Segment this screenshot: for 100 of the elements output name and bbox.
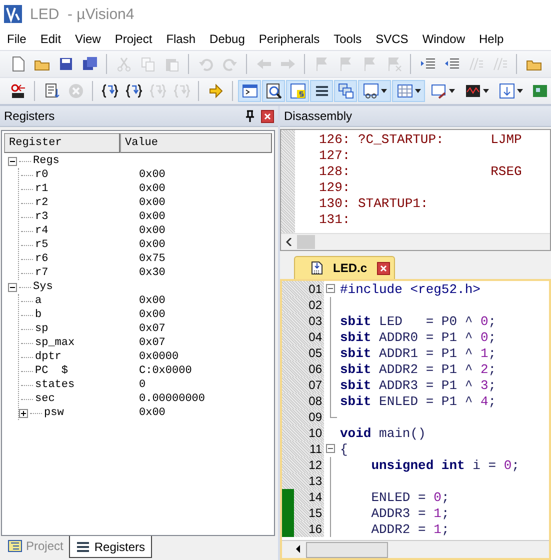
- menu-item[interactable]: Tools: [326, 32, 369, 46]
- close-tab-button[interactable]: [377, 262, 390, 274]
- panel-tab[interactable]: Registers: [69, 536, 152, 558]
- line-number: 14: [308, 490, 323, 504]
- new-file-icon: [10, 56, 26, 72]
- register-name: r1: [35, 183, 48, 195]
- memory-window-icon: [396, 83, 412, 99]
- fold-toggle-icon[interactable]: [326, 284, 335, 293]
- register-value: 0x00: [139, 239, 166, 251]
- fold-toggle-icon[interactable]: [326, 444, 335, 453]
- close-icon: [264, 112, 271, 120]
- menu-item[interactable]: Edit: [33, 32, 68, 46]
- disassembly-window-button[interactable]: [262, 80, 285, 102]
- menu-item[interactable]: Help: [472, 32, 511, 46]
- register-name: Sys: [33, 281, 53, 293]
- menu-item[interactable]: Debug: [202, 32, 252, 46]
- line-number: 09: [308, 410, 323, 424]
- run-icon: [44, 83, 60, 99]
- app-logo-icon: [4, 5, 22, 23]
- code-line: unsigned int i = 0;: [370, 458, 520, 472]
- file-icon: [311, 261, 323, 275]
- register-name: sp_max: [35, 337, 75, 349]
- collapse-toggle-icon[interactable]: [8, 156, 17, 166]
- register-name: states: [35, 379, 75, 391]
- save-icon: [58, 56, 74, 72]
- menu-item[interactable]: View: [68, 32, 108, 46]
- run-to-cursor-icon: [174, 83, 190, 99]
- menu-item[interactable]: File: [0, 32, 34, 46]
- menu-item[interactable]: Window: [415, 32, 472, 46]
- disassembly-line: 128: RSEG: [319, 164, 522, 180]
- code-line: ADDR2 = 1;: [370, 522, 450, 536]
- menu-item[interactable]: Peripherals: [252, 32, 327, 46]
- register-name: r6: [35, 253, 48, 265]
- register-value: 0x00: [139, 309, 166, 321]
- memory-window-button[interactable]: [392, 80, 425, 102]
- window-title: LED - µVision4: [30, 6, 134, 22]
- register-value: 0x00: [139, 211, 166, 223]
- call-stack-window-icon: [338, 83, 354, 99]
- menu-item[interactable]: Flash: [159, 32, 203, 46]
- expand-toggle-icon[interactable]: [19, 408, 28, 418]
- register-name: r4: [35, 225, 48, 237]
- close-button[interactable]: [261, 110, 274, 122]
- command-window-button[interactable]: [238, 80, 261, 102]
- code-line: {: [339, 442, 348, 456]
- next-bookmark-icon: [362, 56, 378, 72]
- collapse-toggle-icon[interactable]: [8, 282, 17, 292]
- file-tab[interactable]: LED.c: [294, 256, 396, 279]
- code-line: sbit ADDR3 = P1 ^ 3;: [339, 378, 496, 392]
- disassembly-window-icon: [266, 83, 282, 99]
- call-stack-window-button[interactable]: [334, 80, 357, 102]
- code-line: ADDR3 = 1;: [370, 506, 450, 520]
- panel-title: Disassembly: [284, 109, 354, 123]
- code-line: sbit LED = P0 ^ 0;: [339, 314, 496, 328]
- scissors-icon: [116, 56, 132, 72]
- register-name: b: [35, 309, 42, 321]
- code-line: ENLED = 0;: [370, 490, 450, 504]
- register-name: psw: [44, 407, 64, 419]
- register-name: a: [35, 295, 42, 307]
- watch-window-button[interactable]: [358, 80, 391, 102]
- register-value: 0x00: [139, 197, 166, 209]
- register-name: sec: [35, 393, 55, 405]
- dropdown-caret-icon: [448, 89, 454, 93]
- toolbox-icon: [532, 83, 548, 99]
- dropdown-caret-icon: [380, 89, 386, 93]
- right-arrow-icon: [280, 56, 296, 72]
- line-number: 16: [308, 522, 323, 536]
- menu-item[interactable]: SVCS: [368, 32, 416, 46]
- paste-icon: [164, 56, 180, 72]
- disassembly-line: 129:: [319, 180, 352, 196]
- registers-icon: [76, 540, 90, 552]
- code-line: #include <reg52.h>: [339, 282, 480, 296]
- register-value: C:0x0000: [139, 365, 193, 377]
- column-header[interactable]: Value: [120, 133, 272, 153]
- trace-window-icon: [498, 83, 514, 99]
- scrollbar-thumb[interactable]: [297, 235, 315, 249]
- clear-bookmarks-icon: [386, 56, 402, 72]
- scrollbar-thumb[interactable]: [306, 542, 388, 558]
- register-name: r7: [35, 267, 48, 279]
- menu-item[interactable]: Project: [108, 32, 160, 46]
- dropdown-caret-icon: [414, 89, 420, 93]
- left-arrow-icon: [256, 56, 272, 72]
- code-line: sbit ADDR2 = P1 ^ 2;: [339, 362, 496, 376]
- watch-window-icon: [362, 83, 378, 99]
- register-value: 0x0000: [139, 351, 180, 363]
- previous-bookmark-icon: [338, 56, 354, 72]
- register-value: 0x00: [139, 407, 166, 419]
- next-statement-icon: [208, 83, 224, 99]
- register-name: sp: [35, 323, 48, 335]
- undo-icon: [198, 56, 214, 72]
- line-number: 04: [308, 330, 323, 344]
- line-number: 02: [308, 298, 323, 312]
- code-line: void main(): [339, 426, 426, 440]
- save-all-icon: [82, 56, 98, 72]
- register-name: r0: [35, 169, 48, 181]
- pin-icon[interactable]: [245, 110, 255, 122]
- column-header[interactable]: Register: [4, 133, 120, 153]
- symbols-window-button[interactable]: [286, 80, 309, 102]
- registers-window-button[interactable]: [310, 80, 333, 102]
- register-name: dptr: [35, 351, 62, 363]
- register-name: Regs: [33, 155, 60, 167]
